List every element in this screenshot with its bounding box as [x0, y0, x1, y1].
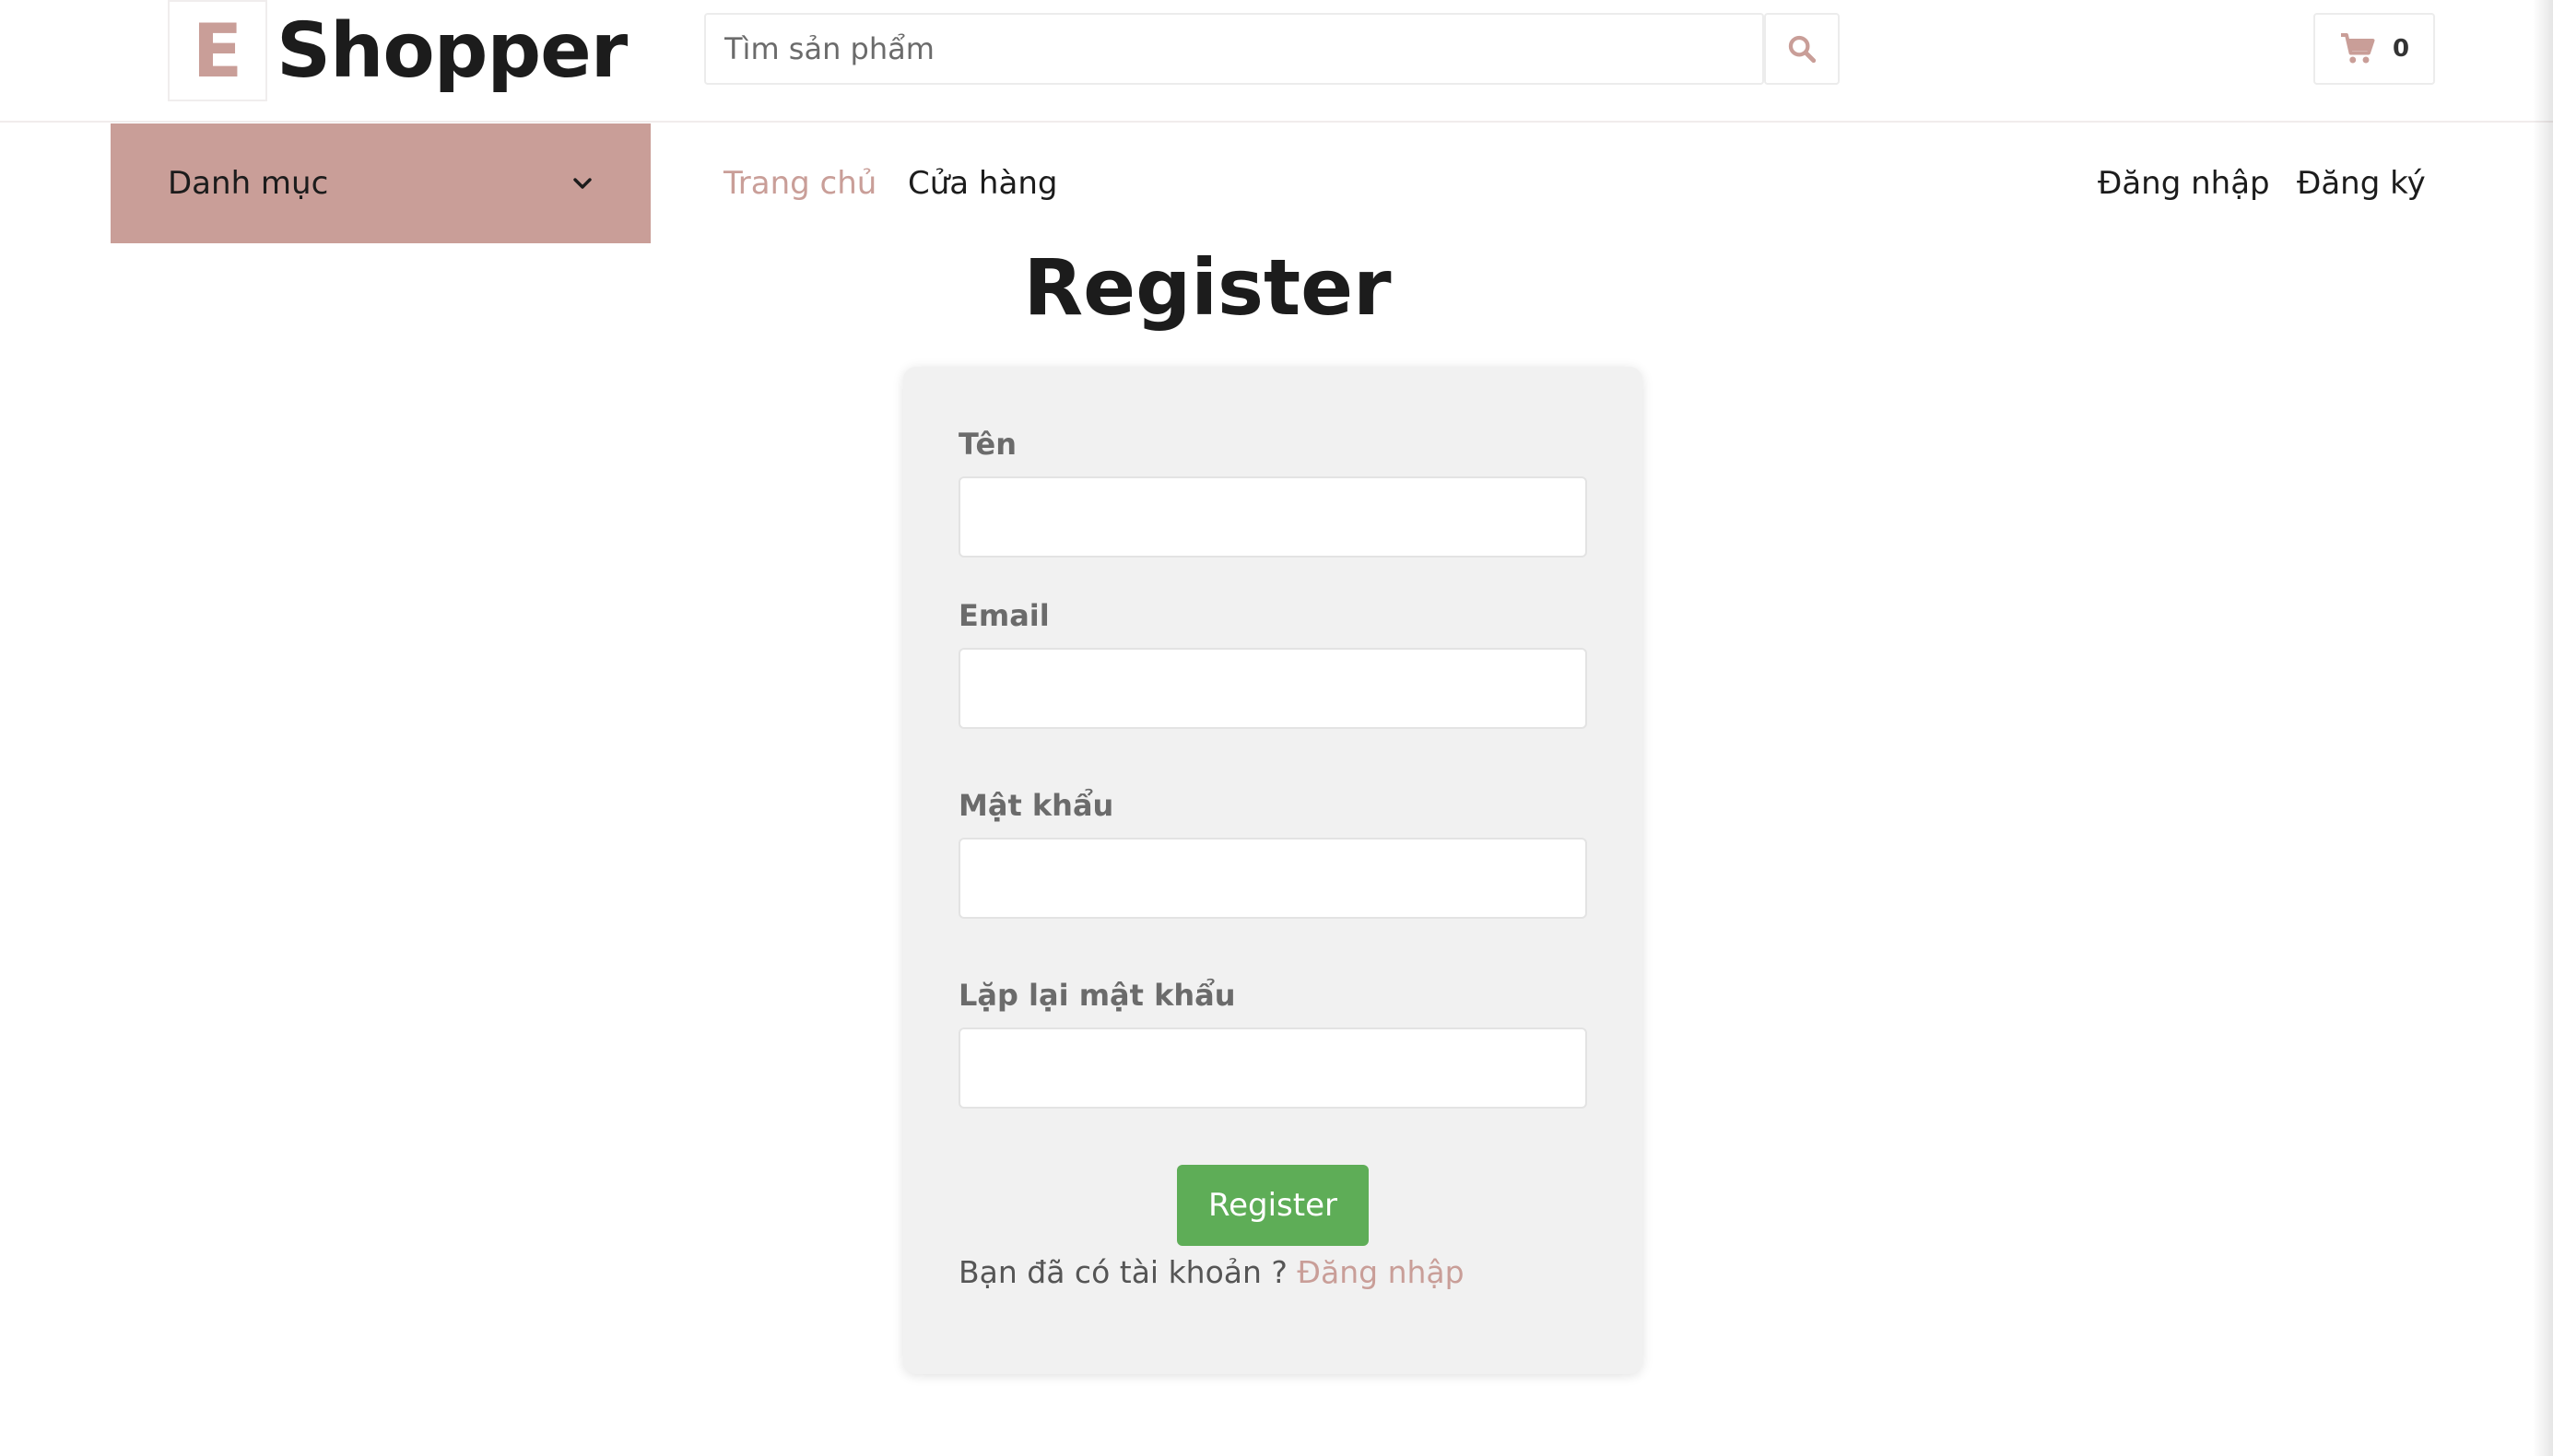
search-input[interactable]	[704, 13, 1764, 85]
cart-button[interactable]: 0	[2313, 13, 2435, 85]
logo-letter: E	[168, 0, 267, 101]
nav-login-link[interactable]: Đăng nhập	[2098, 160, 2270, 206]
logo[interactable]: E Shopper	[168, 0, 628, 101]
top-header: E Shopper 0	[0, 0, 2553, 123]
cart-count-badge: 0	[2392, 35, 2410, 63]
window-edge-shadow	[2533, 0, 2553, 1456]
password-field[interactable]	[959, 838, 1587, 919]
search-button[interactable]	[1764, 13, 1840, 85]
search-icon	[1788, 35, 1817, 64]
confirm-password-label: Lặp lại mật khẩu	[959, 978, 1236, 1013]
password-label: Mật khẩu	[959, 788, 1114, 823]
chevron-down-icon	[573, 178, 592, 189]
have-account-text: Bạn đã có tài khoản ?	[959, 1254, 1298, 1290]
register-button[interactable]: Register	[1177, 1165, 1369, 1246]
confirm-password-field[interactable]	[959, 1027, 1587, 1109]
categories-label: Danh mục	[168, 165, 329, 202]
register-form: Tên Email Mật khẩu Lặp lại mật khẩu Regi…	[903, 367, 1642, 1374]
have-account-row: Bạn đã có tài khoản ? Đăng nhập	[959, 1246, 1465, 1299]
page-title-wrapper: Register	[0, 241, 2553, 334]
email-field[interactable]	[959, 648, 1587, 729]
name-label: Tên	[959, 427, 1017, 462]
page-title: Register	[1023, 242, 1392, 333]
login-link[interactable]: Đăng nhập	[1297, 1254, 1464, 1290]
cart-icon	[2340, 33, 2375, 64]
email-label: Email	[959, 598, 1050, 633]
name-field[interactable]	[959, 476, 1587, 558]
logo-text: Shopper	[276, 6, 628, 95]
nav-register-link[interactable]: Đăng ký	[2297, 160, 2426, 206]
nav-home-link[interactable]: Trang chủ	[724, 160, 876, 206]
categories-dropdown[interactable]: Danh mục	[111, 123, 651, 243]
nav-shop-link[interactable]: Cửa hàng	[908, 160, 1057, 206]
